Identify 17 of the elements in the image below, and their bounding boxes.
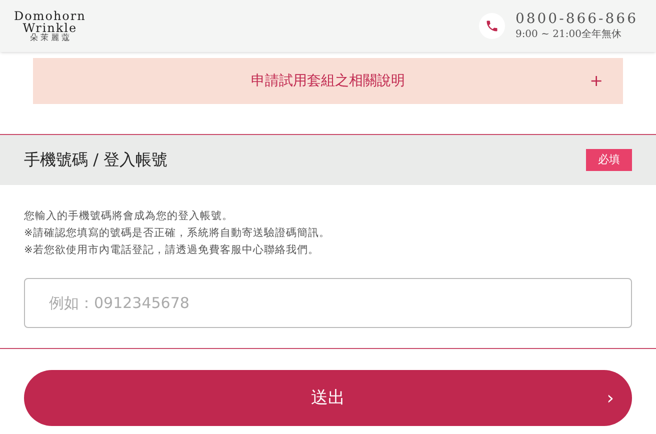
logo-text: Domohorn [14, 10, 86, 22]
chevron-icon: › [606, 384, 614, 412]
phone-number[interactable]: 0800-866-866 [515, 11, 638, 28]
logo-text: 朵 茉 麗 蔻 [30, 34, 70, 42]
required-badge: 必填 [586, 148, 632, 172]
service-hours: 9:00 ~ 21:00全年無休 [515, 28, 622, 41]
submit-button[interactable]: 送出 › [24, 370, 632, 426]
phone-icon [479, 13, 506, 39]
accordion-toggle: + [590, 69, 603, 93]
note-text: 您輸入的手機號碼將會成為您的登入帳號。 [24, 209, 234, 224]
note-text: ※請確認您填寫的號碼是否正確，系統將自動寄送驗證碼簡訊。 [24, 226, 331, 241]
phone-input[interactable]: 例如：0912345678 [24, 278, 632, 328]
accordion-title: 申請試用套組之相關說明 [251, 72, 405, 90]
note-text: ※若您欲使用市內電話登記，請透過免費客服中心聯絡我們。 [24, 242, 320, 258]
section-title: 手機號碼 / 登入帳號 [24, 149, 168, 171]
logo-text: Wrinkle [22, 22, 78, 34]
accordion-header[interactable]: 申請試用套組之相關說明 + [33, 58, 623, 104]
